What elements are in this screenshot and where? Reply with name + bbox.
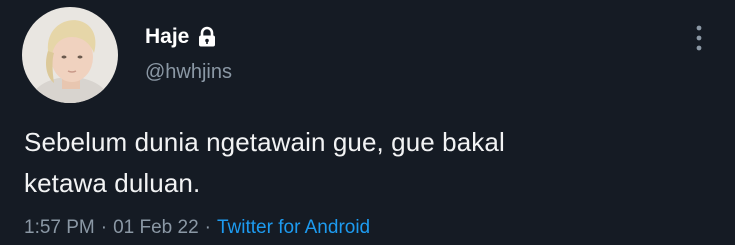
tweet-card: Haje @hwhjins Sebelum dunia ngetawain gu…	[0, 0, 735, 245]
avatar-image	[22, 7, 118, 103]
separator: ·	[100, 217, 108, 238]
more-button[interactable]	[688, 22, 710, 54]
user-handle[interactable]: @hwhjins	[145, 61, 232, 84]
tweet-source-link[interactable]: Twitter for Android	[217, 217, 370, 239]
more-vertical-icon	[696, 25, 702, 51]
name-row: Haje	[145, 24, 217, 50]
separator: ·	[204, 217, 211, 238]
tweet-time[interactable]: 1:57 PM	[24, 217, 95, 239]
tweet-meta: 1:57 PM · 01 Feb 22 · Twitter for Androi…	[24, 216, 370, 240]
tweet-date[interactable]: 01 Feb 22	[113, 217, 199, 239]
avatar[interactable]	[22, 7, 118, 103]
tweet-text-line: ketawa duluan.	[24, 168, 201, 198]
tweet-text-line: Sebelum dunia ngetawain gue, gue bakal	[24, 127, 505, 157]
tweet-text: Sebelum dunia ngetawain gue, gue bakal k…	[24, 122, 704, 204]
display-name[interactable]: Haje	[145, 25, 189, 49]
lock-icon	[197, 26, 217, 48]
